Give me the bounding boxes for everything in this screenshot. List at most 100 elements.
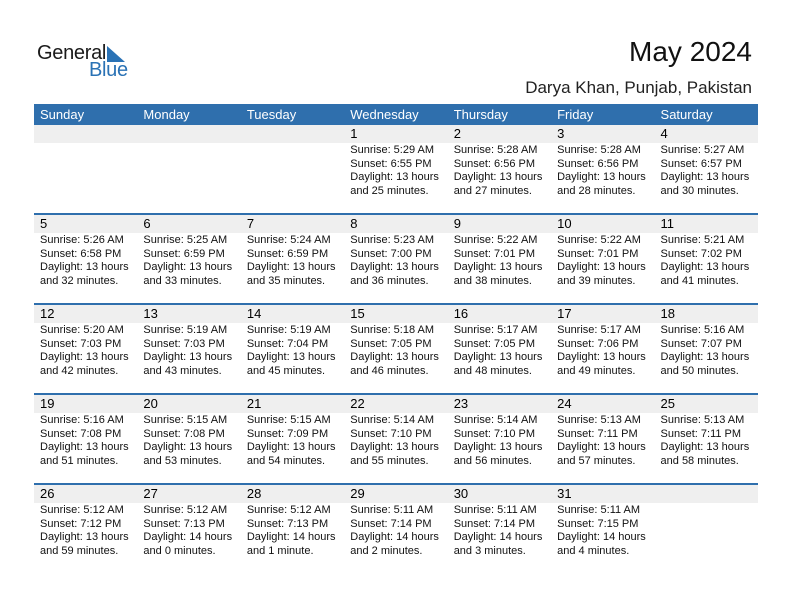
week-row: 26 Sunrise: 5:12 AM Sunset: 7:12 PM Dayligh…	[34, 483, 758, 573]
day-info: Sunrise: 5:14 AM Sunset: 7:10 PM Daylight:…	[350, 414, 447, 468]
day-info: Sunrise: 5:22 AM Sunset: 7:01 PM Daylight:…	[454, 234, 551, 288]
day-cell: 19 Sunrise: 5:16 AM Sunset: 7:08 PM Dayligh…	[34, 395, 137, 468]
sunset-time: Sunset: 7:12 PM	[40, 517, 122, 530]
daylight-minutes: and 57 minutes.	[557, 454, 636, 467]
sunrise-time: Sunrise: 5:16 AM	[660, 324, 745, 336]
day-cell: 12 Sunrise: 5:20 AM Sunset: 7:03 PM Dayligh…	[34, 305, 137, 378]
daylight-minutes: and 4 minutes.	[557, 544, 630, 557]
sunrise-time: Sunrise: 5:13 AM	[660, 414, 745, 426]
day-number: 20	[143, 396, 158, 411]
day-info: Sunrise: 5:27 AM Sunset: 6:57 PM Daylight:…	[661, 144, 758, 198]
daylight-minutes: and 46 minutes.	[350, 364, 429, 377]
week-row: 19 Sunrise: 5:16 AM Sunset: 7:08 PM Dayligh…	[34, 393, 758, 483]
day-number: 9	[453, 216, 461, 231]
sunset-time: Sunset: 7:04 PM	[246, 337, 329, 350]
day-info: Sunrise: 5:19 AM Sunset: 7:04 PM Daylight:…	[247, 324, 344, 378]
day-info: Sunrise: 5:17 AM Sunset: 7:06 PM Daylight:…	[557, 324, 654, 378]
sunrise-time: Sunrise: 5:29 AM	[350, 144, 435, 156]
daylight-minutes: and 30 minutes.	[660, 184, 739, 197]
sunset-time: Sunset: 6:55 PM	[350, 157, 432, 170]
sunset-time: Sunset: 7:13 PM	[143, 517, 225, 530]
sunset-time: Sunset: 6:57 PM	[660, 157, 742, 170]
sunset-time: Sunset: 7:01 PM	[557, 247, 639, 260]
day-info: Sunrise: 5:16 AM Sunset: 7:07 PM Daylight:…	[661, 324, 758, 378]
daylight-hours: Daylight: 13 hours	[350, 261, 439, 274]
weekday-saturday: Saturday	[660, 107, 713, 122]
daylight-hours: Daylight: 13 hours	[246, 441, 336, 454]
day-number: 5	[40, 216, 48, 231]
daylight-minutes: and 32 minutes.	[40, 274, 119, 287]
day-info: Sunrise: 5:13 AM Sunset: 7:11 PM Daylight:…	[557, 414, 654, 468]
sunrise-time: Sunrise: 5:12 AM	[246, 504, 331, 516]
sunrise-time: Sunrise: 5:14 AM	[350, 414, 435, 426]
day-number: 3	[557, 126, 565, 141]
day-cell: 6 Sunrise: 5:25 AM Sunset: 6:59 PM Daylight…	[137, 215, 240, 288]
day-cell: 13 Sunrise: 5:19 AM Sunset: 7:03 PM Dayligh…	[137, 305, 240, 378]
daylight-minutes: and 58 minutes.	[660, 454, 739, 467]
daylight-hours: Daylight: 13 hours	[143, 261, 233, 274]
day-info: Sunrise: 5:13 AM Sunset: 7:11 PM Daylight:…	[661, 414, 758, 468]
day-cell: 28 Sunrise: 5:12 AM Sunset: 7:13 PM Dayligh…	[241, 485, 344, 558]
day-number: 15	[350, 306, 365, 321]
daylight-minutes: and 42 minutes.	[40, 364, 119, 377]
day-number: 22	[350, 396, 365, 411]
day-number: 24	[557, 396, 572, 411]
sunrise-time: Sunrise: 5:15 AM	[143, 414, 228, 426]
day-cell: 20 Sunrise: 5:15 AM Sunset: 7:08 PM Dayligh…	[137, 395, 240, 468]
day-cell: 26 Sunrise: 5:12 AM Sunset: 7:12 PM Dayligh…	[34, 485, 137, 558]
daylight-hours: Daylight: 13 hours	[453, 171, 543, 184]
day-cell: 15 Sunrise: 5:18 AM Sunset: 7:05 PM Dayligh…	[344, 305, 447, 378]
day-number: 19	[40, 396, 55, 411]
week-cells: 12 Sunrise: 5:20 AM Sunset: 7:03 PM Dayligh…	[34, 305, 758, 378]
daylight-hours: Daylight: 13 hours	[143, 441, 233, 454]
sunrise-time: Sunrise: 5:12 AM	[40, 504, 124, 516]
daylight-hours: Daylight: 13 hours	[350, 441, 439, 454]
sunrise-time: Sunrise: 5:14 AM	[453, 414, 538, 426]
daylight-minutes: and 49 minutes.	[557, 364, 636, 377]
daylight-hours: Daylight: 13 hours	[350, 351, 439, 364]
day-number: 25	[660, 396, 675, 411]
day-cell: 1 Sunrise: 5:29 AM Sunset: 6:55 PM Daylight…	[344, 125, 447, 198]
day-number: 21	[246, 396, 262, 411]
day-info: Sunrise: 5:15 AM Sunset: 7:08 PM Daylight:…	[143, 414, 240, 468]
daylight-hours: Daylight: 13 hours	[660, 441, 750, 454]
day-info: Sunrise: 5:23 AM Sunset: 7:00 PM Daylight:…	[350, 234, 447, 288]
sunset-time: Sunset: 6:58 PM	[40, 247, 122, 260]
empty-day-cell	[241, 125, 344, 198]
day-cell: 27 Sunrise: 5:12 AM Sunset: 7:13 PM Dayligh…	[137, 485, 240, 558]
sunrise-time: Sunrise: 5:23 AM	[350, 234, 435, 246]
sunrise-time: Sunrise: 5:17 AM	[453, 324, 538, 336]
day-cell: 10 Sunrise: 5:22 AM Sunset: 7:01 PM Dayligh…	[551, 215, 654, 288]
sunset-time: Sunset: 6:56 PM	[453, 157, 536, 170]
sunset-time: Sunset: 7:14 PM	[453, 517, 536, 530]
week-cells: 1 Sunrise: 5:29 AM Sunset: 6:55 PM Daylight…	[34, 125, 758, 198]
day-number: 4	[660, 126, 668, 141]
daylight-hours: Daylight: 13 hours	[557, 441, 646, 454]
daylight-minutes: and 55 minutes.	[350, 454, 429, 467]
daylight-minutes: and 27 minutes.	[453, 184, 532, 197]
day-cell: 8 Sunrise: 5:23 AM Sunset: 7:00 PM Daylight…	[344, 215, 447, 288]
sunset-time: Sunset: 7:09 PM	[246, 427, 329, 440]
day-number: 1	[350, 126, 358, 141]
week-cells: 26 Sunrise: 5:12 AM Sunset: 7:12 PM Dayligh…	[34, 485, 758, 558]
location-subtitle: Darya Khan, Punjab, Pakistan	[525, 78, 752, 97]
daylight-hours: Daylight: 14 hours	[143, 531, 233, 544]
daylight-hours: Daylight: 13 hours	[40, 531, 129, 544]
weekday-wednesday: Wednesday	[350, 107, 419, 122]
day-number: 17	[557, 306, 572, 321]
day-cell: 25 Sunrise: 5:13 AM Sunset: 7:11 PM Dayligh…	[655, 395, 758, 468]
empty-day-cell	[34, 125, 137, 198]
sunrise-time: Sunrise: 5:18 AM	[350, 324, 435, 336]
sunrise-time: Sunrise: 5:22 AM	[557, 234, 641, 246]
day-number: 31	[557, 486, 572, 501]
day-info: Sunrise: 5:12 AM Sunset: 7:13 PM Daylight:…	[143, 504, 240, 558]
day-number: 11	[660, 216, 675, 231]
day-cell: 9 Sunrise: 5:22 AM Sunset: 7:01 PM Daylight…	[448, 215, 551, 288]
day-info: Sunrise: 5:20 AM Sunset: 7:03 PM Daylight:…	[40, 324, 137, 378]
daylight-minutes: and 39 minutes.	[557, 274, 636, 287]
day-cell: 17 Sunrise: 5:17 AM Sunset: 7:06 PM Dayligh…	[551, 305, 654, 378]
day-number: 23	[453, 396, 469, 411]
day-number: 26	[40, 486, 55, 501]
day-cell: 7 Sunrise: 5:24 AM Sunset: 6:59 PM Daylight…	[241, 215, 344, 288]
daylight-hours: Daylight: 13 hours	[453, 261, 543, 274]
